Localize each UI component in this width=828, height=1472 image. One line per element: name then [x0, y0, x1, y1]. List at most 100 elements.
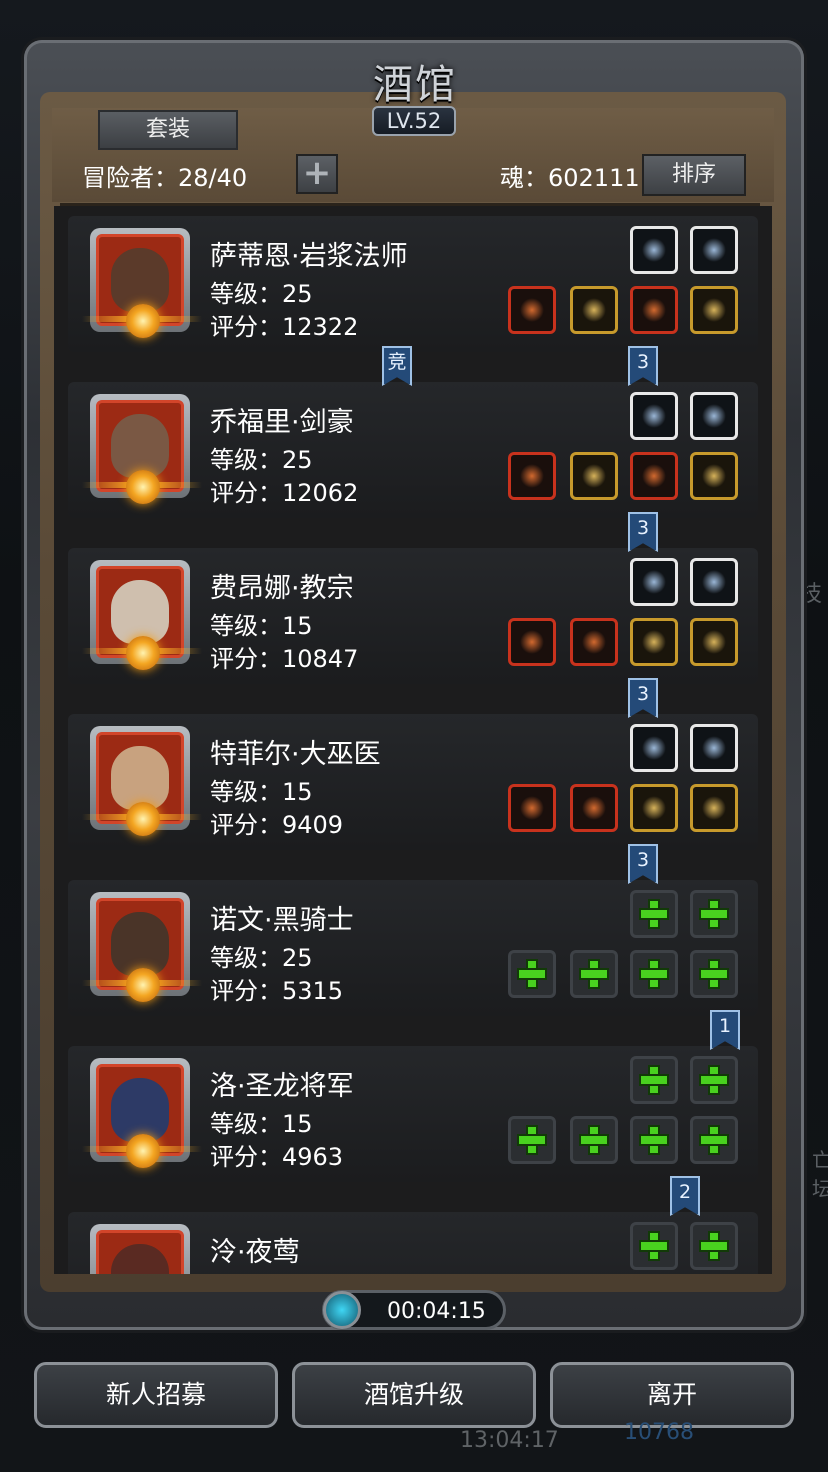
- timer: 00:04:15: [322, 1290, 506, 1330]
- system-clock: 13:04:17: [460, 1428, 559, 1453]
- bracer-icon: [702, 464, 726, 488]
- equipment-slot[interactable]: [570, 618, 618, 666]
- page-title: 酒馆: [373, 62, 457, 108]
- hero-name: 萨蒂恩·岩浆法师: [210, 241, 408, 272]
- emblem-icon: [642, 736, 666, 760]
- leave-button[interactable]: 离开: [550, 1362, 794, 1428]
- ring-icon: [702, 298, 726, 322]
- avatar: [111, 912, 169, 976]
- dagger-icon: [702, 404, 726, 428]
- empty-equipment-slot[interactable]: [570, 950, 618, 998]
- hero-card[interactable]: 费昂娜·教宗 等级：15 评分：10847: [68, 548, 758, 684]
- slot-count-tag: 1: [710, 1010, 740, 1050]
- plus-icon: [701, 1127, 727, 1153]
- empty-equipment-slot[interactable]: [690, 1116, 738, 1164]
- equipment-slot[interactable]: [508, 618, 556, 666]
- slot-count-tag: 竞: [382, 346, 412, 386]
- equipment-slot[interactable]: [508, 286, 556, 334]
- equipment-slot[interactable]: [690, 392, 738, 440]
- empty-equipment-slot[interactable]: [570, 1116, 618, 1164]
- plus-icon: [641, 961, 667, 987]
- empty-equipment-slot[interactable]: [690, 1056, 738, 1104]
- hero-card[interactable]: 洛·圣龙将军 等级：15 评分：4963: [68, 1046, 758, 1182]
- rank-emblem-icon: [126, 802, 160, 836]
- hero-level: 等级：25: [210, 446, 313, 474]
- rank-emblem-icon: [126, 304, 160, 338]
- hero-list[interactable]: 萨蒂恩·岩浆法师 等级：25 评分：12322 乔福里·剑豪 等级：25 评分：12062…: [54, 206, 772, 1274]
- cross-icon: [642, 630, 666, 654]
- slot-count-tag: 3: [628, 346, 658, 386]
- crossbow-icon: [642, 404, 666, 428]
- avatar: [111, 248, 169, 312]
- adventurer-count: 冒险者：28/40: [82, 164, 248, 192]
- empty-equipment-slot[interactable]: [690, 1222, 738, 1270]
- plus-icon: [581, 1127, 607, 1153]
- recruit-button[interactable]: 新人招募: [34, 1362, 278, 1428]
- equipment-slot[interactable]: [630, 558, 678, 606]
- equipment-slot[interactable]: [690, 784, 738, 832]
- boots-icon: [702, 796, 726, 820]
- hero-name: 费昂娜·教宗: [210, 573, 354, 604]
- add-slot-button[interactable]: +: [296, 154, 338, 194]
- equipment-slot[interactable]: [690, 452, 738, 500]
- ring-icon: [702, 630, 726, 654]
- equipment-slot[interactable]: [630, 286, 678, 334]
- equipment-slot[interactable]: [570, 452, 618, 500]
- slot-count-tag: 3: [628, 844, 658, 884]
- hero-level: 等级：15: [210, 1110, 313, 1138]
- empty-equipment-slot[interactable]: [630, 1056, 678, 1104]
- set-button[interactable]: 套装: [98, 110, 238, 150]
- equipment-slot[interactable]: [690, 286, 738, 334]
- empty-equipment-slot[interactable]: [508, 950, 556, 998]
- tome-icon: [702, 736, 726, 760]
- equipment-slot[interactable]: [630, 618, 678, 666]
- hero-card[interactable]: 萨蒂恩·岩浆法师 等级：25 评分：12322: [68, 216, 758, 352]
- upgrade-tavern-button[interactable]: 酒馆升级: [292, 1362, 536, 1428]
- portrait-frame: [96, 1230, 184, 1274]
- equipment-slot[interactable]: [630, 392, 678, 440]
- equipment-slot[interactable]: [630, 724, 678, 772]
- empty-equipment-slot[interactable]: [690, 950, 738, 998]
- hero-card[interactable]: 诺文·黑骑士 等级：25 评分：5315: [68, 880, 758, 1016]
- empty-equipment-slot[interactable]: [630, 1222, 678, 1270]
- equipment-slot[interactable]: [690, 558, 738, 606]
- equipment-slot[interactable]: [570, 286, 618, 334]
- book-icon: [642, 298, 666, 322]
- equipment-slot[interactable]: [690, 724, 738, 772]
- empty-equipment-slot[interactable]: [508, 1116, 556, 1164]
- equipment-slot[interactable]: [630, 226, 678, 274]
- sort-button[interactable]: 排序: [642, 154, 746, 196]
- wand-icon: [520, 796, 544, 820]
- plus-icon: [641, 1067, 667, 1093]
- equipment-slot[interactable]: [690, 618, 738, 666]
- plus-icon: [641, 1127, 667, 1153]
- hero-card[interactable]: 特菲尔·大巫医 等级：15 评分：9409: [68, 714, 758, 850]
- equipment-slot[interactable]: [508, 784, 556, 832]
- slot-count-tag: 2: [670, 1176, 700, 1216]
- hammer-icon: [520, 630, 544, 654]
- empty-equipment-slot[interactable]: [630, 1116, 678, 1164]
- timer-text: 00:04:15: [387, 1299, 486, 1324]
- equipment-slot[interactable]: [630, 452, 678, 500]
- plus-icon: [701, 901, 727, 927]
- plus-icon: [641, 901, 667, 927]
- bow-icon: [702, 238, 726, 262]
- hero-level: 等级：25: [210, 944, 313, 972]
- hero-portrait[interactable]: [90, 1224, 190, 1274]
- hero-card[interactable]: 泠·夜莺: [68, 1212, 758, 1274]
- hero-name: 泠·夜莺: [210, 1237, 300, 1268]
- hero-card[interactable]: 乔福里·剑豪 等级：25 评分：12062: [68, 382, 758, 518]
- equipment-slot[interactable]: [508, 452, 556, 500]
- empty-equipment-slot[interactable]: [630, 890, 678, 938]
- equipment-slot[interactable]: [690, 226, 738, 274]
- rank-emblem-icon: [126, 968, 160, 1002]
- avatar: [111, 1078, 169, 1142]
- avatar: [111, 580, 169, 644]
- empty-equipment-slot[interactable]: [690, 890, 738, 938]
- equipment-slot[interactable]: [630, 784, 678, 832]
- hero-score: 评分：10847: [210, 645, 359, 673]
- empty-equipment-slot[interactable]: [630, 950, 678, 998]
- sword-icon: [520, 464, 544, 488]
- hero-level: 等级：25: [210, 280, 313, 308]
- equipment-slot[interactable]: [570, 784, 618, 832]
